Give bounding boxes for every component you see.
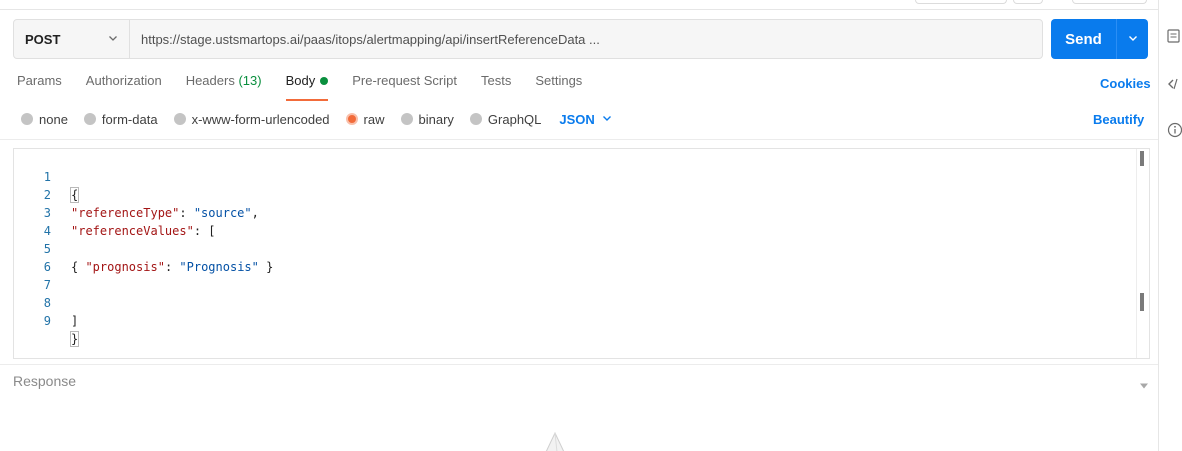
body-type-binary[interactable]: binary (400, 111, 454, 127)
code-line: 3 "referenceValues": [ (14, 186, 1134, 238)
tab-label: Tests (480, 73, 512, 88)
cookies-link[interactable]: Cookies (1100, 76, 1151, 91)
scroll-marker (1140, 293, 1144, 311)
right-sidebar (1158, 0, 1182, 451)
code-line: 1 { (14, 150, 1134, 203)
radio[interactable] (21, 113, 33, 125)
chevron-down-icon (601, 112, 613, 127)
radio[interactable] (469, 113, 482, 125)
divider (0, 139, 1158, 140)
headers-count: (13) (238, 73, 262, 88)
save-dropdown-partial[interactable] (1013, 0, 1043, 4)
tab-pre-request-script[interactable]: Pre-request Script (352, 73, 457, 97)
body-type-form-data[interactable]: form-data (83, 111, 158, 127)
code-line: 4 (14, 204, 1134, 238)
tab-headers[interactable]: Headers (13) (186, 73, 262, 97)
editor-scrollbar-track[interactable] (1136, 149, 1137, 358)
body-type-x-www-form-urlencoded[interactable]: x-www-form-urlencoded (173, 111, 330, 127)
tab-tests[interactable]: Tests (481, 73, 511, 97)
body-type-graphql[interactable]: GraphQL (469, 111, 542, 127)
code-editor[interactable]: 1 { 2 "referenceType": "source", 3 "refe… (13, 148, 1150, 359)
tab-body[interactable]: Body (285, 73, 329, 101)
beautify-button[interactable]: Beautify (1093, 112, 1144, 127)
format-select[interactable]: JSON (559, 112, 612, 127)
tab-label: Headers (185, 73, 235, 88)
body-type-label: none (39, 111, 68, 127)
body-type-label: form-data (101, 111, 158, 127)
method-label: POST (25, 31, 61, 47)
body-type-label: x-www-form-urlencoded (191, 111, 330, 127)
send-button[interactable]: Send (1051, 19, 1117, 59)
code-text: ] (71, 314, 79, 328)
request-tabs: Params Authorization Headers (13) Body P… (17, 73, 606, 101)
documentation-icon[interactable] (1167, 28, 1182, 44)
chevron-down-icon (1127, 32, 1139, 47)
line-number: 9 (43, 314, 51, 328)
chevron-down-icon (107, 32, 119, 47)
info-icon[interactable] (1167, 122, 1182, 138)
format-label: JSON (559, 111, 595, 127)
body-type-raw[interactable]: raw (345, 111, 385, 127)
tab-label: Settings (535, 73, 583, 88)
body-type-label: GraphQL (487, 111, 542, 127)
tab-authorization[interactable]: Authorization (86, 73, 162, 97)
response-header[interactable]: Response (13, 373, 76, 389)
code-text: } (69, 331, 80, 347)
radio[interactable] (83, 113, 96, 125)
code-line: 2 "referenceType": "source", (14, 168, 1134, 220)
code-line: 9 } (14, 294, 1134, 347)
request-bar: POST https://stage.ustsmartops.ai/paas/i… (13, 19, 1043, 59)
radio[interactable] (400, 113, 413, 125)
tab-label: Authorization (85, 73, 162, 88)
divider (0, 364, 1158, 365)
caret-down-icon[interactable] (1139, 378, 1149, 393)
radio-selected[interactable] (345, 113, 358, 125)
save-button-partial[interactable] (915, 0, 1007, 4)
body-type-label: binary (418, 111, 454, 127)
rocket-icon (540, 431, 570, 451)
share-button-partial[interactable] (1072, 0, 1147, 4)
top-strip (0, 0, 1160, 10)
code-line: 7 (14, 258, 1134, 292)
body-type-label: raw (363, 111, 385, 127)
body-type-options: none form-data x-www-form-urlencoded raw… (21, 111, 613, 127)
tab-settings[interactable]: Settings (535, 73, 582, 97)
method-select[interactable]: POST (14, 20, 130, 58)
scroll-marker (1140, 151, 1144, 166)
body-type-none[interactable]: none (21, 112, 68, 127)
url-input[interactable]: https://stage.ustsmartops.ai/paas/itops/… (130, 20, 1042, 58)
tab-label: Pre-request Script (352, 73, 457, 88)
code-line: 5 { "prognosis": "Prognosis" } (14, 222, 1134, 274)
tab-label: Params (17, 73, 62, 88)
code-line: 8 ] (14, 276, 1134, 328)
code-icon[interactable] (1167, 76, 1182, 92)
radio[interactable] (173, 113, 186, 125)
send-button-group: Send (1051, 19, 1148, 59)
send-options-dropdown[interactable] (1117, 19, 1148, 59)
tab-params[interactable]: Params (17, 73, 62, 97)
body-indicator-dot (320, 77, 329, 85)
code-line: 6 (14, 240, 1134, 274)
tab-label: Body (285, 73, 316, 88)
